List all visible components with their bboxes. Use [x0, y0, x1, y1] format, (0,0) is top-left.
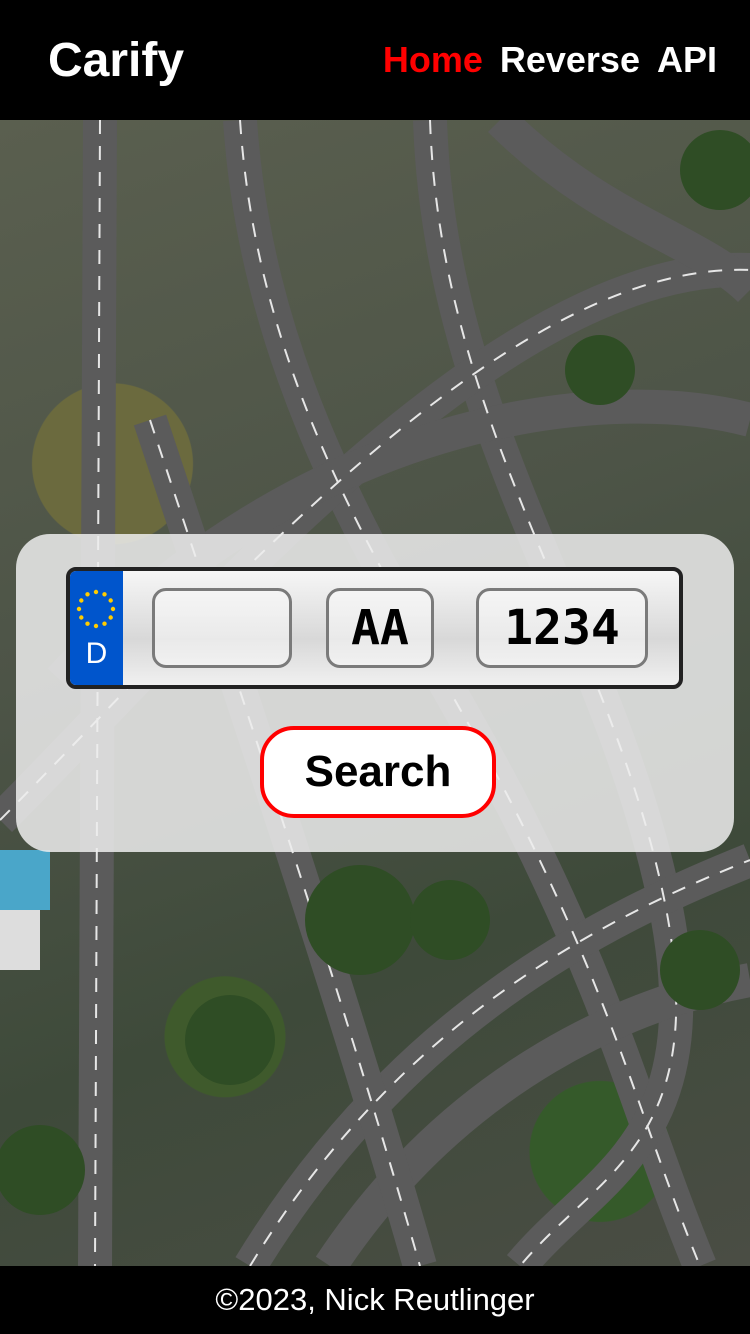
nav-api-link[interactable]: API [657, 39, 717, 81]
eu-star [93, 623, 99, 629]
nav-reverse-link[interactable]: Reverse [500, 39, 640, 81]
brand-logo[interactable]: Carify [48, 33, 184, 88]
search-button[interactable]: Search [260, 726, 496, 818]
eu-star [79, 598, 84, 603]
country-code: D [85, 637, 108, 670]
footer: ©2023, Nick Reutlinger [0, 1266, 750, 1334]
top-navbar: Carify Home Reverse API [0, 0, 750, 120]
eu-star [102, 621, 107, 626]
eu-star [79, 615, 84, 620]
district-code-input[interactable] [152, 588, 292, 668]
eu-star [108, 598, 113, 603]
eu-stars-icon [76, 589, 116, 629]
license-plate: D [66, 567, 683, 689]
eu-star [110, 606, 116, 612]
letters-input[interactable] [326, 588, 434, 668]
eu-star [102, 592, 107, 597]
main-nav: Home Reverse API [383, 39, 717, 81]
eu-star [76, 606, 82, 612]
eu-star [85, 621, 90, 626]
eu-star [108, 615, 113, 620]
nav-home-link[interactable]: Home [383, 39, 483, 81]
copyright-text: ©2023, Nick Reutlinger [215, 1282, 535, 1317]
eu-star [85, 592, 90, 597]
plate-search-card: D Search [16, 534, 734, 852]
eu-star [93, 589, 99, 595]
eu-band: D [70, 571, 123, 685]
numbers-input[interactable] [476, 588, 648, 668]
